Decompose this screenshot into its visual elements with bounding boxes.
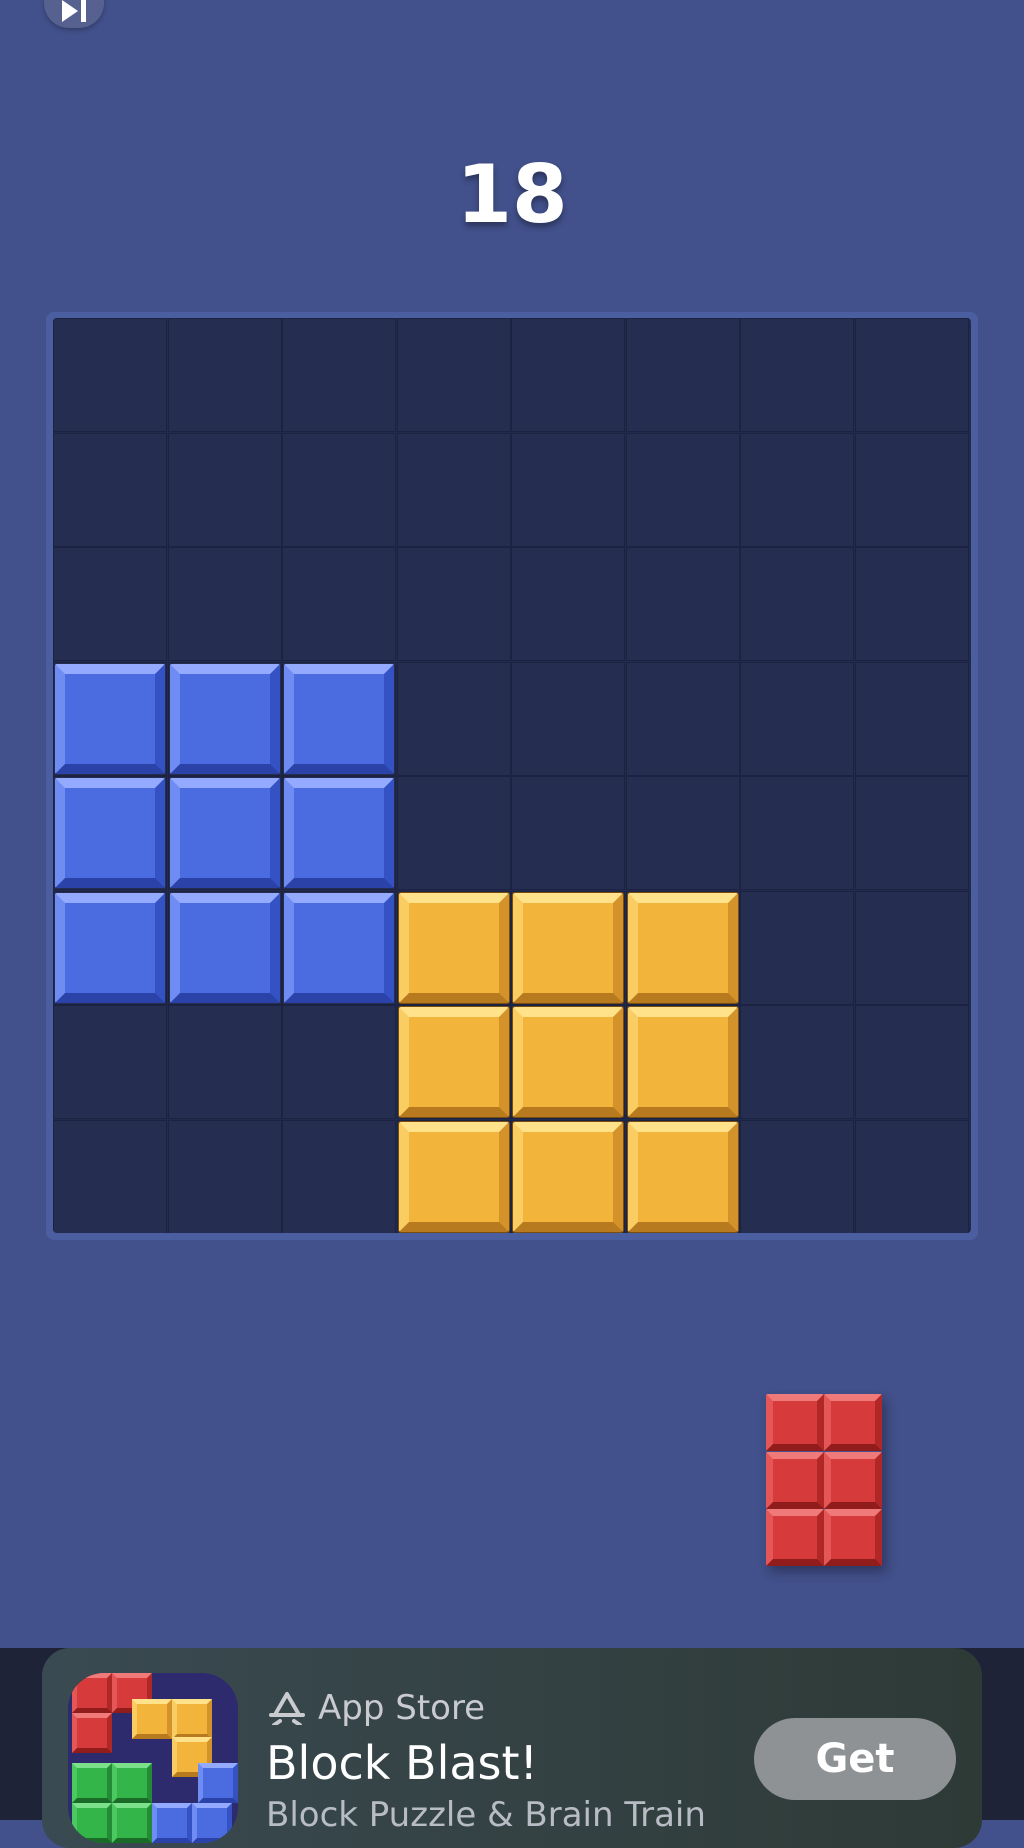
blue-block [284, 892, 394, 1003]
board-cell [396, 432, 511, 547]
blue-block [169, 778, 280, 888]
board-cell [740, 1005, 854, 1119]
app-icon-tile [112, 1763, 152, 1803]
yellow-block [512, 1120, 624, 1233]
board-cell [282, 1119, 396, 1233]
board-cell [282, 432, 396, 547]
blue-block [169, 663, 280, 774]
board-cell [282, 547, 396, 661]
board-cell [740, 890, 854, 1005]
tray-piece[interactable] [766, 1394, 882, 1566]
board-cell [740, 547, 854, 661]
yellow-block [626, 891, 739, 1004]
board-cell [53, 1119, 167, 1233]
red-block [766, 1509, 824, 1566]
red-block [766, 1394, 824, 1451]
board-cell [511, 547, 625, 661]
app-icon-tile [192, 1803, 232, 1843]
skip-icon [62, 0, 86, 22]
yellow-block [397, 1006, 510, 1118]
ad-app-name: Block Blast! [266, 1736, 539, 1790]
board-cell [167, 1119, 282, 1233]
board-cell [53, 432, 167, 547]
blue-block [169, 892, 280, 1003]
game-board[interactable] [53, 318, 971, 1233]
board-cell [854, 318, 969, 432]
blue-block [284, 663, 394, 774]
board-cell [396, 776, 511, 890]
store-line: App Store [268, 1688, 485, 1728]
board-cell [167, 432, 282, 547]
board-cell [854, 547, 969, 661]
board-cell [53, 547, 167, 661]
yellow-block [626, 1120, 739, 1233]
board-cell [511, 661, 625, 776]
app-icon-tile [112, 1803, 152, 1843]
board-cell [53, 318, 167, 432]
board-cell [511, 776, 625, 890]
board-cell [854, 432, 969, 547]
yellow-block [512, 891, 624, 1004]
red-block [766, 1451, 824, 1509]
board-cell [740, 776, 854, 890]
app-icon-tile [198, 1763, 238, 1803]
board-cell [396, 661, 511, 776]
board-cell [625, 776, 740, 890]
blue-block [55, 778, 165, 888]
blue-block [55, 663, 165, 774]
board-cell [396, 318, 511, 432]
yellow-block [512, 1006, 624, 1118]
red-block [824, 1451, 882, 1509]
board-cell [167, 318, 282, 432]
board-cell [740, 661, 854, 776]
board-cell [511, 432, 625, 547]
board-cell [740, 318, 854, 432]
red-block [824, 1509, 882, 1566]
board-cell [854, 890, 969, 1005]
yellow-block [397, 891, 510, 1004]
board-cell [53, 1005, 167, 1119]
board-cell [282, 1005, 396, 1119]
board-cell [511, 318, 625, 432]
board-cell [854, 1005, 969, 1119]
ad-subtitle: Block Puzzle & Brain Train [266, 1795, 706, 1835]
red-block [824, 1394, 882, 1451]
board-cell [740, 432, 854, 547]
app-store-icon [269, 1692, 305, 1725]
skip-button[interactable] [44, 0, 104, 28]
get-button[interactable]: Get [754, 1718, 956, 1800]
app-icon-tile [72, 1763, 112, 1803]
board-cell [625, 432, 740, 547]
app-icon-tile [172, 1699, 212, 1739]
yellow-block [626, 1006, 739, 1118]
store-label: App Store [318, 1688, 486, 1728]
score: 18 [456, 148, 568, 241]
board-cell [396, 547, 511, 661]
board-cell [854, 661, 969, 776]
board-cell [625, 661, 740, 776]
board-cell [625, 318, 740, 432]
board-cell [740, 1119, 854, 1233]
board-cell [167, 547, 282, 661]
app-icon-tile [72, 1803, 112, 1843]
blue-block [55, 892, 165, 1003]
app-icon[interactable] [68, 1673, 238, 1843]
app-icon-tile [152, 1803, 192, 1843]
board-cell [282, 318, 396, 432]
board-cell [625, 547, 740, 661]
blue-block [284, 778, 394, 888]
board-cell [167, 1005, 282, 1119]
board-cell [854, 776, 969, 890]
yellow-block [397, 1120, 510, 1233]
board-cell [854, 1119, 969, 1233]
app-icon-tile [72, 1713, 112, 1753]
app-icon-tile [72, 1673, 112, 1713]
app-icon-tile [132, 1699, 172, 1739]
